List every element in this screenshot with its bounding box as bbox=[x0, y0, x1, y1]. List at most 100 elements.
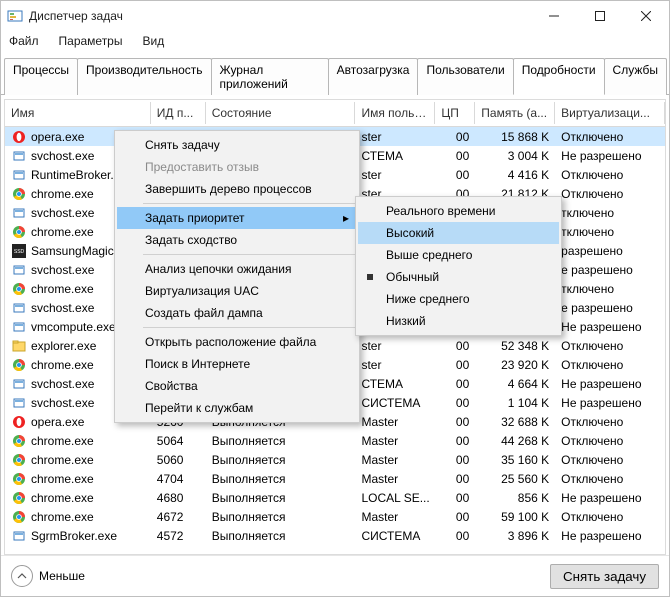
cell-virt: Не разрешено bbox=[555, 395, 665, 411]
process-name: chrome.exe bbox=[31, 453, 94, 467]
tab-processes[interactable]: Процессы bbox=[4, 58, 78, 95]
cell-virt: Отключено bbox=[555, 167, 665, 183]
table-row[interactable]: chrome.exe4704ВыполняетсяMaster0025 560 … bbox=[5, 469, 665, 488]
fewer-details-button[interactable]: Меньше bbox=[11, 565, 85, 587]
chrome-icon bbox=[11, 471, 27, 487]
cell-mem: 3 896 K bbox=[475, 528, 555, 544]
end-task-button[interactable]: Снять задачу bbox=[550, 564, 659, 589]
explorer-icon bbox=[11, 338, 27, 354]
cell-mem: 25 560 K bbox=[475, 471, 555, 487]
process-name: chrome.exe bbox=[31, 282, 94, 296]
tab-users[interactable]: Пользователи bbox=[417, 58, 513, 95]
menu-item[interactable]: Создать файл дампа bbox=[117, 302, 357, 324]
table-row[interactable]: chrome.exe 5060ВыполняетсяMaster0035 160 … bbox=[5, 450, 665, 469]
column-headers: Имя ИД п... Состояние Имя польз... ЦП Па… bbox=[5, 100, 665, 127]
cell-state: Выполняется bbox=[206, 452, 356, 468]
process-name: svchost.exe bbox=[31, 377, 94, 391]
process-name: opera.exe bbox=[31, 130, 84, 144]
menu-file[interactable]: Файл bbox=[5, 32, 43, 50]
menu-view[interactable]: Вид bbox=[138, 32, 168, 50]
minimize-button[interactable] bbox=[531, 1, 577, 31]
tab-performance[interactable]: Производительность bbox=[77, 58, 211, 95]
menu-item[interactable]: Перейти к службам bbox=[117, 397, 357, 419]
menu-item[interactable]: Обычный bbox=[358, 266, 559, 288]
col-cpu[interactable]: ЦП bbox=[435, 102, 475, 124]
cell-user: Master bbox=[355, 414, 435, 430]
process-name: explorer.exe bbox=[31, 339, 96, 353]
tab-services[interactable]: Службы bbox=[604, 58, 667, 95]
win-icon bbox=[11, 167, 27, 183]
cell-user: ster bbox=[355, 357, 435, 373]
cell-cpu: 00 bbox=[435, 129, 475, 145]
cell-user: СТЕМА bbox=[355, 148, 435, 164]
cell-virt: Не разрешено bbox=[555, 528, 665, 544]
menu-item[interactable]: Открыть расположение файла bbox=[117, 331, 357, 353]
table-row[interactable]: chrome.exe4672ВыполняетсяMaster0059 100 … bbox=[5, 507, 665, 526]
chrome-icon bbox=[11, 281, 27, 297]
col-user[interactable]: Имя польз... bbox=[355, 102, 435, 124]
win-icon bbox=[11, 395, 27, 411]
cell-cpu: 00 bbox=[435, 433, 475, 449]
process-name: svchost.exe bbox=[31, 206, 94, 220]
menu-item[interactable]: Виртуализация UAC bbox=[117, 280, 357, 302]
table-row[interactable]: SgrmBroker.exe4572ВыполняетсяСИСТЕМА003 … bbox=[5, 526, 665, 545]
table-row[interactable]: chrome.exe4680ВыполняетсяLOCAL SE...0085… bbox=[5, 488, 665, 507]
cell-user: СИСТЕМА bbox=[355, 528, 435, 544]
menu-item[interactable]: Высокий bbox=[358, 222, 559, 244]
cell-pid: 4672 bbox=[151, 509, 206, 525]
menu-item[interactable]: Выше среднего bbox=[358, 244, 559, 266]
cell-virt: Отключено bbox=[555, 186, 665, 202]
tab-details[interactable]: Подробности bbox=[513, 58, 605, 95]
col-virt[interactable]: Виртуализаци... bbox=[555, 102, 665, 124]
menu-item[interactable]: Низкий bbox=[358, 310, 559, 332]
svg-text:SSD: SSD bbox=[14, 249, 25, 255]
chrome-icon bbox=[11, 357, 27, 373]
cell-mem: 1 104 K bbox=[475, 395, 555, 411]
cell-user: ster bbox=[355, 338, 435, 354]
cell-virt: Отключено bbox=[555, 357, 665, 373]
chrome-icon bbox=[11, 186, 27, 202]
cell-mem: 35 160 K bbox=[475, 452, 555, 468]
cell-user: Master bbox=[355, 452, 435, 468]
chrome-icon bbox=[11, 224, 27, 240]
col-name[interactable]: Имя bbox=[5, 102, 151, 124]
cell-virt: Отключено bbox=[555, 338, 665, 354]
cell-user: Master bbox=[355, 471, 435, 487]
chrome-icon bbox=[11, 490, 27, 506]
menu-item[interactable]: Анализ цепочки ожидания bbox=[117, 258, 357, 280]
cell-mem: 856 K bbox=[475, 490, 555, 506]
col-state[interactable]: Состояние bbox=[206, 102, 356, 124]
menu-item[interactable]: Свойства bbox=[117, 375, 357, 397]
cell-mem: 32 688 K bbox=[475, 414, 555, 430]
cell-virt: тключено bbox=[555, 281, 665, 297]
menu-item[interactable]: Поиск в Интернете bbox=[117, 353, 357, 375]
col-pid[interactable]: ИД п... bbox=[151, 102, 206, 124]
cell-state: Выполняется bbox=[206, 433, 356, 449]
maximize-button[interactable] bbox=[577, 1, 623, 31]
process-name: chrome.exe bbox=[31, 510, 94, 524]
menu-item[interactable]: Реального времени bbox=[358, 200, 559, 222]
cell-mem: 44 268 K bbox=[475, 433, 555, 449]
menu-item[interactable]: Снять задачу bbox=[117, 134, 357, 156]
menu-item[interactable]: Ниже среднего bbox=[358, 288, 559, 310]
table-row[interactable]: chrome.exe5064ВыполняетсяMaster0044 268 … bbox=[5, 431, 665, 450]
chevron-right-icon: ▸ bbox=[343, 211, 349, 225]
process-name: svchost.exe bbox=[31, 149, 94, 163]
cell-state: Выполняется bbox=[206, 490, 356, 506]
tab-startup[interactable]: Автозагрузка bbox=[328, 58, 419, 95]
fewer-details-label: Меньше bbox=[39, 569, 85, 583]
tab-app-history[interactable]: Журнал приложений bbox=[211, 58, 329, 95]
menu-options[interactable]: Параметры bbox=[55, 32, 127, 50]
cell-cpu: 00 bbox=[435, 452, 475, 468]
menu-item[interactable]: Задать сходство bbox=[117, 229, 357, 251]
process-name: svchost.exe bbox=[31, 396, 94, 410]
close-button[interactable] bbox=[623, 1, 669, 31]
win-icon bbox=[11, 262, 27, 278]
cell-pid: 5060 bbox=[151, 452, 206, 468]
window-title: Диспетчер задач bbox=[29, 9, 123, 23]
radio-check-icon bbox=[367, 274, 373, 280]
window-controls bbox=[531, 1, 669, 31]
menu-item[interactable]: Завершить дерево процессов bbox=[117, 178, 357, 200]
col-mem[interactable]: Память (а... bbox=[475, 102, 555, 124]
menu-item[interactable]: Задать приоритет▸ bbox=[117, 207, 357, 229]
